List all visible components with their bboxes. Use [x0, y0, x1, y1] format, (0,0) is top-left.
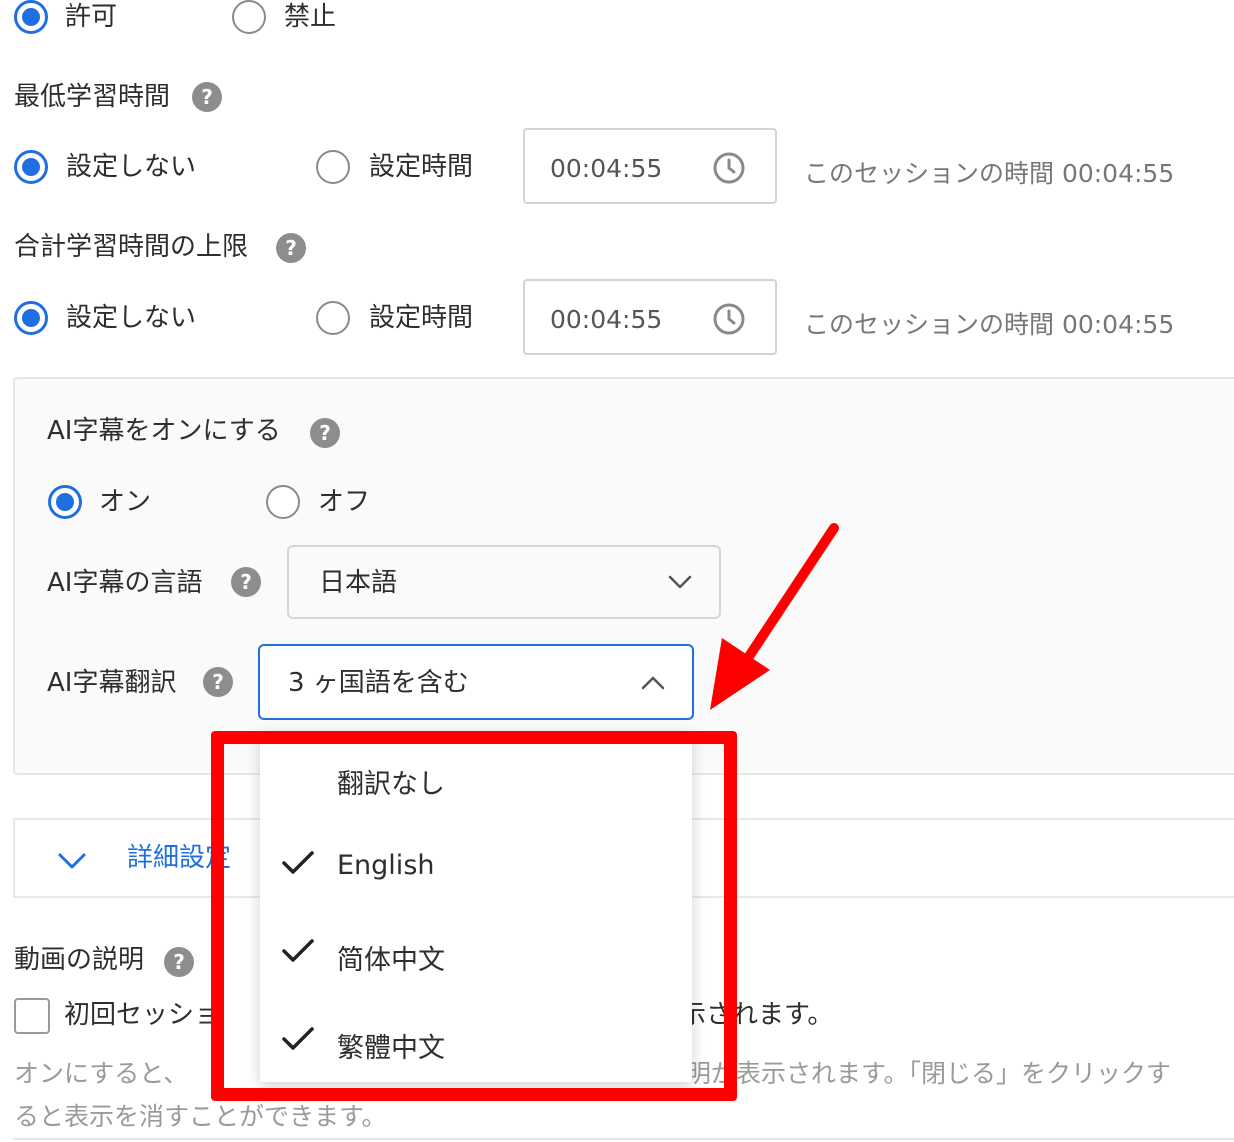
- translation-option-traditional-chinese[interactable]: 繁體中文: [260, 1002, 692, 1082]
- max-study-session-note: このセッションの時間 00:04:55: [804, 310, 1175, 339]
- chevron-down-icon[interactable]: [57, 850, 87, 872]
- checkmark-icon: [282, 939, 314, 962]
- translation-dropdown-menu: 翻訳なし English 简体中文 繁體中文: [260, 732, 692, 1082]
- ai-subtitle-off-label: オフ: [318, 487, 371, 517]
- permission-deny-radio[interactable]: [232, 0, 266, 34]
- ai-subtitle-language-label: AI字幕の言語: [47, 568, 203, 598]
- min-study-time-value: 00:04:55: [550, 154, 663, 183]
- translation-option-label: 繁體中文: [337, 1033, 445, 1064]
- ai-subtitle-language-value: 日本語: [319, 568, 398, 598]
- description-note-start: オンにすると、: [14, 1059, 189, 1088]
- checkmark-icon: [282, 1027, 314, 1050]
- min-study-time-title: 最低学習時間: [14, 82, 171, 112]
- translation-option-none[interactable]: 翻訳なし: [260, 738, 692, 818]
- ai-subtitle-title: AI字幕をオンにする: [47, 416, 281, 446]
- max-study-none-label: 設定しない: [66, 303, 197, 333]
- min-study-time-input[interactable]: 00:04:55: [523, 128, 777, 204]
- ai-subtitle-on-label: オン: [99, 487, 152, 517]
- permission-allow-radio[interactable]: [14, 0, 48, 34]
- min-study-set-label: 設定時間: [369, 152, 474, 182]
- clock-icon[interactable]: [712, 302, 746, 336]
- ai-subtitle-on-radio[interactable]: [48, 485, 82, 519]
- video-description-title: 動画の説明: [14, 945, 145, 975]
- ai-subtitle-help-icon[interactable]: ?: [310, 418, 340, 448]
- translation-option-label: 简体中文: [337, 945, 445, 976]
- checkmark-icon: [282, 851, 314, 874]
- translation-option-label: English: [337, 850, 435, 881]
- translation-option-english[interactable]: English: [260, 826, 692, 906]
- ai-subtitle-translation-label: AI字幕翻訳: [47, 668, 177, 698]
- ai-subtitle-language-select[interactable]: 日本語: [287, 545, 721, 619]
- max-study-set-radio[interactable]: [316, 301, 350, 335]
- ai-subtitle-translation-value: 3 ヶ国語を含む: [288, 668, 469, 698]
- permission-allow-label: 許可: [65, 2, 118, 32]
- max-study-none-radio[interactable]: [14, 301, 48, 335]
- permission-deny-label: 禁止: [284, 2, 337, 32]
- translation-option-label: 翻訳なし: [337, 769, 445, 800]
- min-study-session-note: このセッションの時間 00:04:55: [804, 159, 1175, 188]
- annotation-arrow-icon: [710, 523, 839, 710]
- ai-subtitle-translation-help-icon[interactable]: ?: [203, 667, 233, 697]
- first-session-label-start: 初回セッショ: [64, 1000, 221, 1030]
- ai-subtitle-off-radio[interactable]: [266, 485, 300, 519]
- description-note-end: 明が表示されます。「閉じる」をクリックす: [686, 1059, 1172, 1088]
- min-study-time-help-icon[interactable]: ?: [192, 82, 222, 112]
- video-description-help-icon[interactable]: ?: [164, 947, 194, 977]
- advanced-settings-link[interactable]: 詳細設定: [127, 845, 231, 871]
- min-study-none-radio[interactable]: [14, 150, 48, 184]
- clock-icon[interactable]: [712, 151, 746, 185]
- max-study-set-label: 設定時間: [369, 303, 474, 333]
- chevron-up-icon: [641, 676, 665, 690]
- ai-subtitle-language-help-icon[interactable]: ?: [231, 567, 261, 597]
- chevron-down-icon: [668, 575, 692, 589]
- bottom-divider: [13, 1138, 1234, 1140]
- translation-option-simplified-chinese[interactable]: 简体中文: [260, 914, 692, 994]
- first-session-checkbox[interactable]: [14, 998, 50, 1034]
- first-session-label-end: 示されます。: [680, 1000, 834, 1030]
- max-study-time-help-icon[interactable]: ?: [276, 233, 306, 263]
- max-study-time-input[interactable]: 00:04:55: [523, 279, 777, 355]
- ai-subtitle-translation-select[interactable]: 3 ヶ国語を含む: [258, 644, 694, 720]
- description-note-line2: ると表示を消すことができます。: [14, 1102, 387, 1131]
- min-study-set-radio[interactable]: [316, 150, 350, 184]
- min-study-none-label: 設定しない: [66, 152, 197, 182]
- max-study-time-title: 合計学習時間の上限: [14, 232, 249, 262]
- max-study-time-value: 00:04:55: [550, 305, 663, 334]
